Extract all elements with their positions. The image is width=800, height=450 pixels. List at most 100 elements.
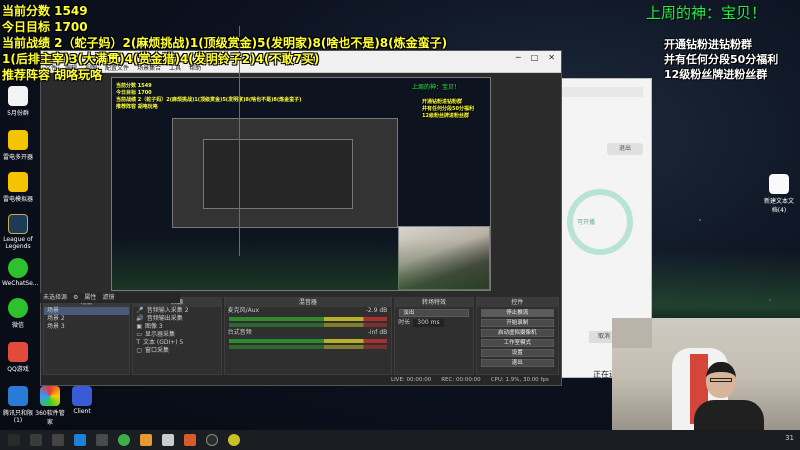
- desktop-icon-ld-player[interactable]: 雷电模拟器: [2, 172, 34, 203]
- desktop-icon-label: Client: [73, 408, 91, 415]
- source-item[interactable]: ▭ 显示器采集: [133, 331, 220, 339]
- source-item[interactable]: ▣ 图像 3: [133, 323, 220, 331]
- gear-icon[interactable]: ⚙: [73, 293, 78, 303]
- desktop-icon-label: 雷电多开器: [2, 154, 33, 161]
- transitions-panel: 转场特效 淡出 时长 300 ms: [394, 297, 474, 375]
- start-icon[interactable]: [8, 434, 20, 446]
- source-item[interactable]: ▢ 窗口采集: [133, 347, 220, 355]
- stop-stream-button[interactable]: 停止推流: [480, 309, 554, 317]
- volume-meter: [228, 339, 388, 343]
- maximize-icon[interactable]: □: [531, 53, 539, 62]
- channel-db: -inf dB: [367, 329, 388, 336]
- desktop-icon-label: 微信: [11, 322, 24, 329]
- ring-label: 可开播: [577, 219, 596, 226]
- cpu-status: CPU: 1.9%, 30.00 fps: [490, 377, 549, 383]
- client-icon: [72, 386, 92, 406]
- chrome-icon[interactable]: [118, 434, 130, 446]
- desktop-icon-textfile[interactable]: 新建文本文档(4): [762, 174, 796, 214]
- desktop-icon-label: 雷电模拟器: [2, 196, 33, 203]
- minimize-icon[interactable]: ─: [516, 53, 521, 62]
- source-label: 窗口采集: [144, 347, 169, 354]
- obs-icon[interactable]: [206, 434, 218, 446]
- desktop-icon-label: 360软件管家: [35, 410, 65, 426]
- close-icon[interactable]: ✕: [548, 53, 555, 62]
- live-timer: LIVE: 00:00:00: [391, 377, 432, 383]
- overlay-god-banner: 上周的神：宝贝！: [646, 4, 767, 22]
- scene-item[interactable]: 场景 3: [44, 323, 129, 331]
- obs-statusbar: LIVE: 00:00:00 REC: 00:00:00 CPU: 1.9%, …: [41, 375, 561, 385]
- duration-input[interactable]: 300 ms: [413, 319, 444, 327]
- exit-button[interactable]: 退出: [607, 143, 643, 155]
- scene-item[interactable]: 场景: [44, 307, 130, 315]
- desktop-icon-label: League of Legends: [3, 236, 33, 250]
- document-icon: [8, 86, 28, 106]
- preview-score: 当前分数 1549: [116, 83, 152, 89]
- wechat-icon: [8, 298, 28, 318]
- source-item[interactable]: 🎤 音频输入采集 2: [133, 307, 220, 315]
- overlay-target: 今日目标 1700: [2, 20, 88, 34]
- transition-select[interactable]: 淡出: [399, 309, 469, 317]
- text-icon: T: [136, 339, 140, 346]
- edge-icon[interactable]: [74, 434, 86, 446]
- filters-button[interactable]: 滤镜: [102, 293, 114, 303]
- app-icon[interactable]: [228, 434, 240, 446]
- obs-preview[interactable]: 当前分数 1549 今日目标 1700 当前战绩 2（蛇子妈）2(麻烦挑战)1(…: [111, 77, 491, 291]
- window-icon: ▢: [136, 347, 142, 354]
- image-icon: ▣: [136, 323, 142, 330]
- start-recording-button[interactable]: 开始录制: [480, 319, 554, 327]
- scenes-panel: 场景 场景 场景 2 场景 3: [43, 297, 131, 375]
- system-tray[interactable]: 31: [785, 434, 794, 442]
- source-item[interactable]: 🔊 音频输出采集: [133, 315, 220, 323]
- obs-dock: 场景 场景 场景 2 场景 3 来源 🎤音频输入采集 2 🔊音频输出采集 ▣图像…: [41, 297, 561, 375]
- settings-button[interactable]: 设置: [480, 349, 554, 357]
- desktop-icon-label: 5月份群: [7, 110, 29, 117]
- wall-panel: [612, 318, 652, 348]
- preview-promo-1: 开通钻粉进钻粉群: [422, 99, 463, 105]
- app-icon: [8, 386, 28, 406]
- scene-item[interactable]: 场景 2: [44, 315, 129, 323]
- preview-lineup: 推荐阵容 胡咯玩咯: [116, 104, 158, 110]
- app-icon[interactable]: [184, 434, 196, 446]
- overlay-score: 当前分数 1549: [2, 4, 88, 18]
- mixer-panel: 混音器 麦克风/Aux -2.9 dB 台式音频 -inf dB: [223, 297, 393, 375]
- desktop-icon-label: QQ游戏: [7, 366, 29, 373]
- desktop-icon-ld-multi[interactable]: 雷电多开器: [2, 130, 34, 161]
- search-icon[interactable]: [30, 434, 42, 446]
- monitor-icon: ▭: [136, 331, 142, 338]
- app-icon[interactable]: [96, 434, 108, 446]
- volume-slider[interactable]: [228, 345, 388, 349]
- exit-button[interactable]: 退出: [480, 359, 554, 367]
- ldplayer-icon: [8, 130, 28, 150]
- source-label: 图像 3: [144, 323, 163, 330]
- desktop-icon-qqgame[interactable]: QQ游戏: [2, 342, 34, 373]
- obs-window[interactable]: OBS ─ □ ✕ 文件 编辑 视图 配置文件 场景集合 工具 帮助 当前分数 …: [40, 50, 562, 386]
- ldplayer-icon: [8, 172, 28, 192]
- source-item[interactable]: T 文本 (GDI+) 5: [133, 339, 220, 347]
- properties-button[interactable]: 属性: [84, 293, 96, 303]
- app-icon[interactable]: [140, 434, 152, 446]
- rec-timer: REC: 00:00:00: [441, 377, 481, 383]
- overlay-promo-2: 并有任何分段50分福利: [664, 53, 779, 66]
- desktop-icon-folder[interactable]: 5月份群: [2, 86, 34, 117]
- source-label: 文本 (GDI+) 5: [142, 339, 184, 346]
- duration-row: 时长 300 ms: [395, 319, 472, 327]
- desktop-icon-wechatse[interactable]: WeChatSe...: [2, 258, 39, 287]
- nested-preview-inner: [203, 139, 353, 209]
- desktop-icon-client[interactable]: Client: [66, 386, 98, 415]
- controls-panel: 控件 停止推流 开始录制 启动虚拟摄像机 工作室模式 设置 退出: [475, 297, 559, 375]
- app-icon[interactable]: [162, 434, 174, 446]
- studio-mode-button[interactable]: 工作室模式: [480, 339, 554, 347]
- task-view-icon[interactable]: [52, 434, 64, 446]
- overlay-record: 当前战绩 2（蛇子妈）2(麻烦挑战)1(顶级赏金)5(发明家)8(啥也不是)8(…: [2, 36, 448, 50]
- volume-slider[interactable]: [228, 323, 388, 327]
- desktop-icon-lol[interactable]: League of Legends: [2, 214, 34, 250]
- desktop-icon-tencent[interactable]: 腾讯只和限(1): [2, 386, 34, 424]
- virtual-camera-button[interactable]: 启动虚拟摄像机: [480, 329, 554, 337]
- desktop-icon-wechat[interactable]: 微信: [2, 298, 34, 329]
- preview-record: 当前战绩 2（蛇子妈）2(麻烦挑战)1(顶级赏金)5(发明家)8(啥也不是)8(…: [116, 97, 302, 103]
- desktop-icon-360[interactable]: 360软件管家: [34, 386, 66, 426]
- mixer-channel: 麦克风/Aux -2.9 dB: [225, 307, 392, 315]
- channel-name: 麦克风/Aux: [227, 307, 260, 314]
- windows-taskbar: 31: [0, 430, 800, 450]
- mixer-channel: 台式音频 -inf dB: [225, 329, 392, 337]
